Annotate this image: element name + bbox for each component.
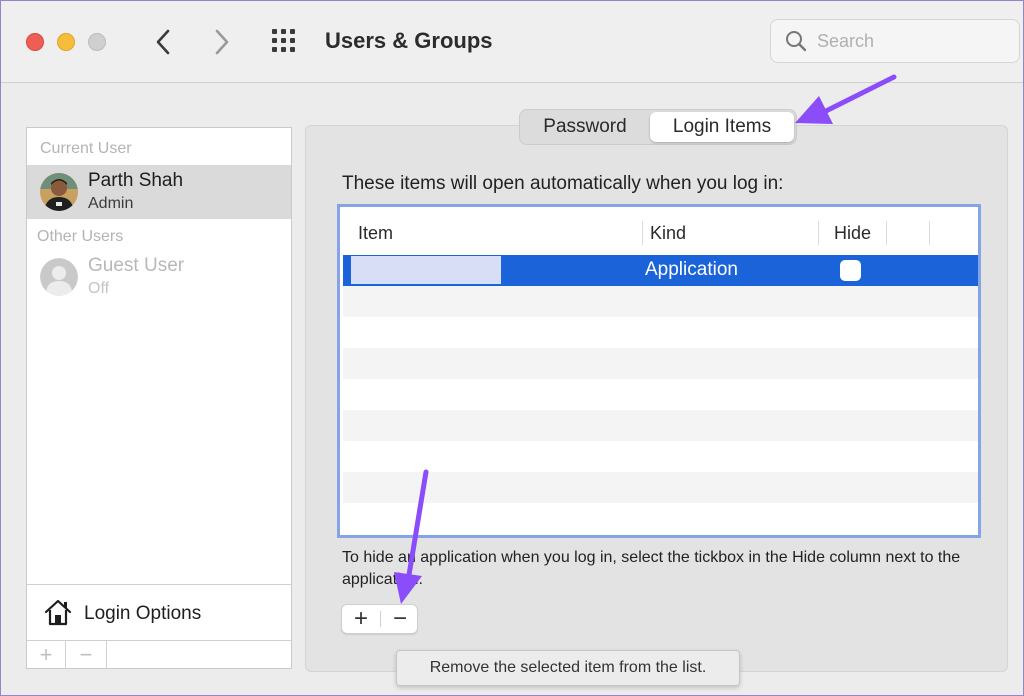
- search-input[interactable]: [817, 29, 1007, 53]
- window-title: Users & Groups: [325, 28, 493, 53]
- search-field[interactable]: [770, 19, 1020, 63]
- add-login-item-button[interactable]: +: [342, 605, 380, 633]
- chevron-right-icon: [215, 29, 229, 55]
- column-item[interactable]: Item: [358, 223, 393, 244]
- guest-user-status: Off: [88, 280, 110, 297]
- arrow-icon: [795, 74, 897, 124]
- minimize-button[interactable]: [57, 33, 75, 51]
- tooltip: Remove the selected item from the list.: [396, 650, 740, 686]
- user-row-current[interactable]: Parth Shah Admin: [27, 165, 291, 219]
- table-row: [343, 472, 978, 503]
- guest-avatar-icon: [40, 258, 78, 296]
- search-icon: [786, 31, 807, 52]
- guest-user-name: Guest User: [88, 255, 185, 276]
- help-text: To hide an application when you log in, …: [342, 549, 961, 588]
- close-button[interactable]: [26, 33, 44, 51]
- back-button[interactable]: [148, 26, 178, 58]
- column-hide[interactable]: Hide: [834, 223, 871, 244]
- kind-cell: Application: [645, 259, 738, 280]
- table-row: [343, 441, 978, 472]
- user-row-guest[interactable]: Guest User Off: [27, 250, 291, 304]
- login-items-intro: These items will open automatically when…: [342, 173, 784, 194]
- grid-icon: [272, 29, 277, 34]
- toolbar: Users & Groups: [0, 0, 1024, 83]
- forward-button[interactable]: [207, 26, 237, 58]
- chevron-left-icon: [156, 29, 170, 55]
- house-icon: [44, 599, 72, 626]
- current-user-header: Current User: [40, 140, 132, 157]
- sidebar-bottom-bar: + −: [27, 640, 291, 669]
- item-name-cell: [351, 256, 501, 284]
- table-row: [343, 410, 978, 441]
- tab-bar: Password Login Items: [519, 109, 797, 145]
- table-row: [343, 348, 978, 379]
- tab-password[interactable]: Password: [520, 110, 650, 144]
- zoom-button[interactable]: [88, 33, 106, 51]
- hide-checkbox[interactable]: [840, 260, 861, 281]
- other-users-header: Other Users: [37, 228, 124, 245]
- login-options-item[interactable]: Login Options: [27, 584, 291, 641]
- current-user-name: Parth Shah: [88, 170, 184, 191]
- users-sidebar: Current User Parth Shah Admin Other User…: [26, 127, 292, 669]
- login-options-label: Login Options: [84, 603, 202, 624]
- table-row: [343, 503, 978, 534]
- column-kind[interactable]: Kind: [650, 223, 686, 244]
- table-row: [343, 317, 978, 348]
- table-row: [343, 286, 978, 317]
- remove-user-button[interactable]: −: [67, 641, 105, 669]
- tab-login-items[interactable]: Login Items: [650, 112, 794, 142]
- add-remove-control: + −: [341, 604, 418, 634]
- table-row[interactable]: Application: [343, 255, 978, 286]
- add-user-button[interactable]: +: [27, 641, 65, 669]
- table-row: [343, 379, 978, 410]
- avatar: [40, 173, 78, 211]
- table-header: Item Kind Hide: [340, 207, 978, 255]
- show-all-grid-button[interactable]: [270, 28, 302, 56]
- login-items-table[interactable]: Item Kind Hide Application: [337, 204, 981, 538]
- remove-login-item-button[interactable]: −: [381, 605, 419, 633]
- current-user-role: Admin: [88, 195, 134, 212]
